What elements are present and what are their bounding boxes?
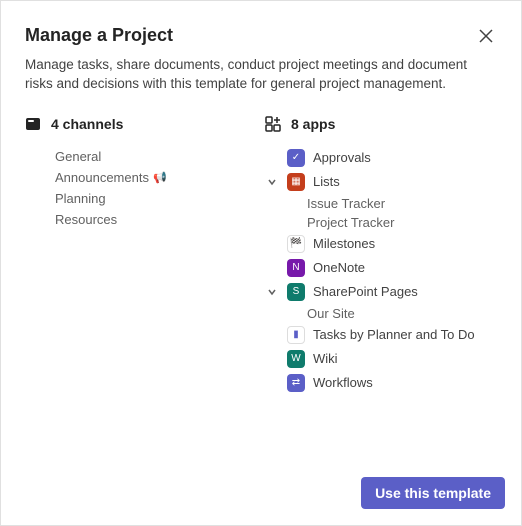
apps-column: 8 apps ✓ Approvals ▦ Lists Issue TrackerProj… (265, 116, 485, 395)
app-sub-item[interactable]: Issue Tracker (307, 194, 485, 213)
app-label: OneNote (313, 260, 365, 275)
channel-item[interactable]: Resources (55, 209, 245, 230)
app-label: Milestones (313, 236, 375, 251)
app-icon: N (287, 259, 305, 277)
app-label: Lists (313, 174, 340, 189)
app-sub-item[interactable]: Project Tracker (307, 213, 485, 232)
app-item[interactable]: 🏁 Milestones (265, 232, 485, 256)
apps-heading: 8 apps (291, 116, 335, 132)
app-item[interactable]: S SharePoint Pages (265, 280, 485, 304)
app-item[interactable]: W Wiki (265, 347, 485, 371)
channel-item[interactable]: Planning (55, 188, 245, 209)
app-icon: ▮ (287, 326, 305, 344)
channels-column: 4 channels General Announcements 📢 Planning… (25, 116, 245, 395)
channel-label: Announcements (55, 170, 149, 185)
app-icon: ▦ (287, 173, 305, 191)
app-label: SharePoint Pages (313, 284, 418, 299)
chevron-down-icon[interactable] (265, 287, 279, 297)
app-icon: W (287, 350, 305, 368)
app-icon: ⇄ (287, 374, 305, 392)
channels-icon (25, 116, 41, 132)
app-item[interactable]: ▮ Tasks by Planner and To Do (265, 323, 485, 347)
app-label: Wiki (313, 351, 338, 366)
app-sub-item[interactable]: Our Site (307, 304, 485, 323)
channel-label: General (55, 149, 101, 164)
apps-icon (265, 116, 281, 132)
close-button[interactable] (475, 25, 497, 47)
app-item[interactable]: ✓ Approvals (265, 146, 485, 170)
app-sub-list: Our Site (265, 304, 485, 323)
app-icon: S (287, 283, 305, 301)
channel-label: Resources (55, 212, 117, 227)
chevron-down-icon[interactable] (265, 177, 279, 187)
app-item[interactable]: N OneNote (265, 256, 485, 280)
channel-item[interactable]: General (55, 146, 245, 167)
app-sub-list: Issue TrackerProject Tracker (265, 194, 485, 232)
app-icon: 🏁 (287, 235, 305, 253)
channel-item[interactable]: Announcements 📢 (55, 167, 245, 188)
use-template-button[interactable]: Use this template (361, 477, 505, 509)
app-list: ✓ Approvals ▦ Lists Issue TrackerProject Tra… (265, 146, 485, 395)
close-icon (479, 29, 493, 43)
channels-heading: 4 channels (51, 116, 123, 132)
channel-label: Planning (55, 191, 106, 206)
app-label: Tasks by Planner and To Do (313, 327, 475, 342)
app-icon: ✓ (287, 149, 305, 167)
app-item[interactable]: ⇄ Workflows (265, 371, 485, 395)
dialog-title: Manage a Project (25, 25, 173, 46)
app-item[interactable]: ▦ Lists (265, 170, 485, 194)
app-label: Workflows (313, 375, 373, 390)
app-label: Approvals (313, 150, 371, 165)
dialog-description: Manage tasks, share documents, conduct p… (25, 56, 497, 94)
megaphone-icon: 📢 (153, 171, 167, 184)
channel-list: General Announcements 📢 Planning Resources (25, 146, 245, 230)
